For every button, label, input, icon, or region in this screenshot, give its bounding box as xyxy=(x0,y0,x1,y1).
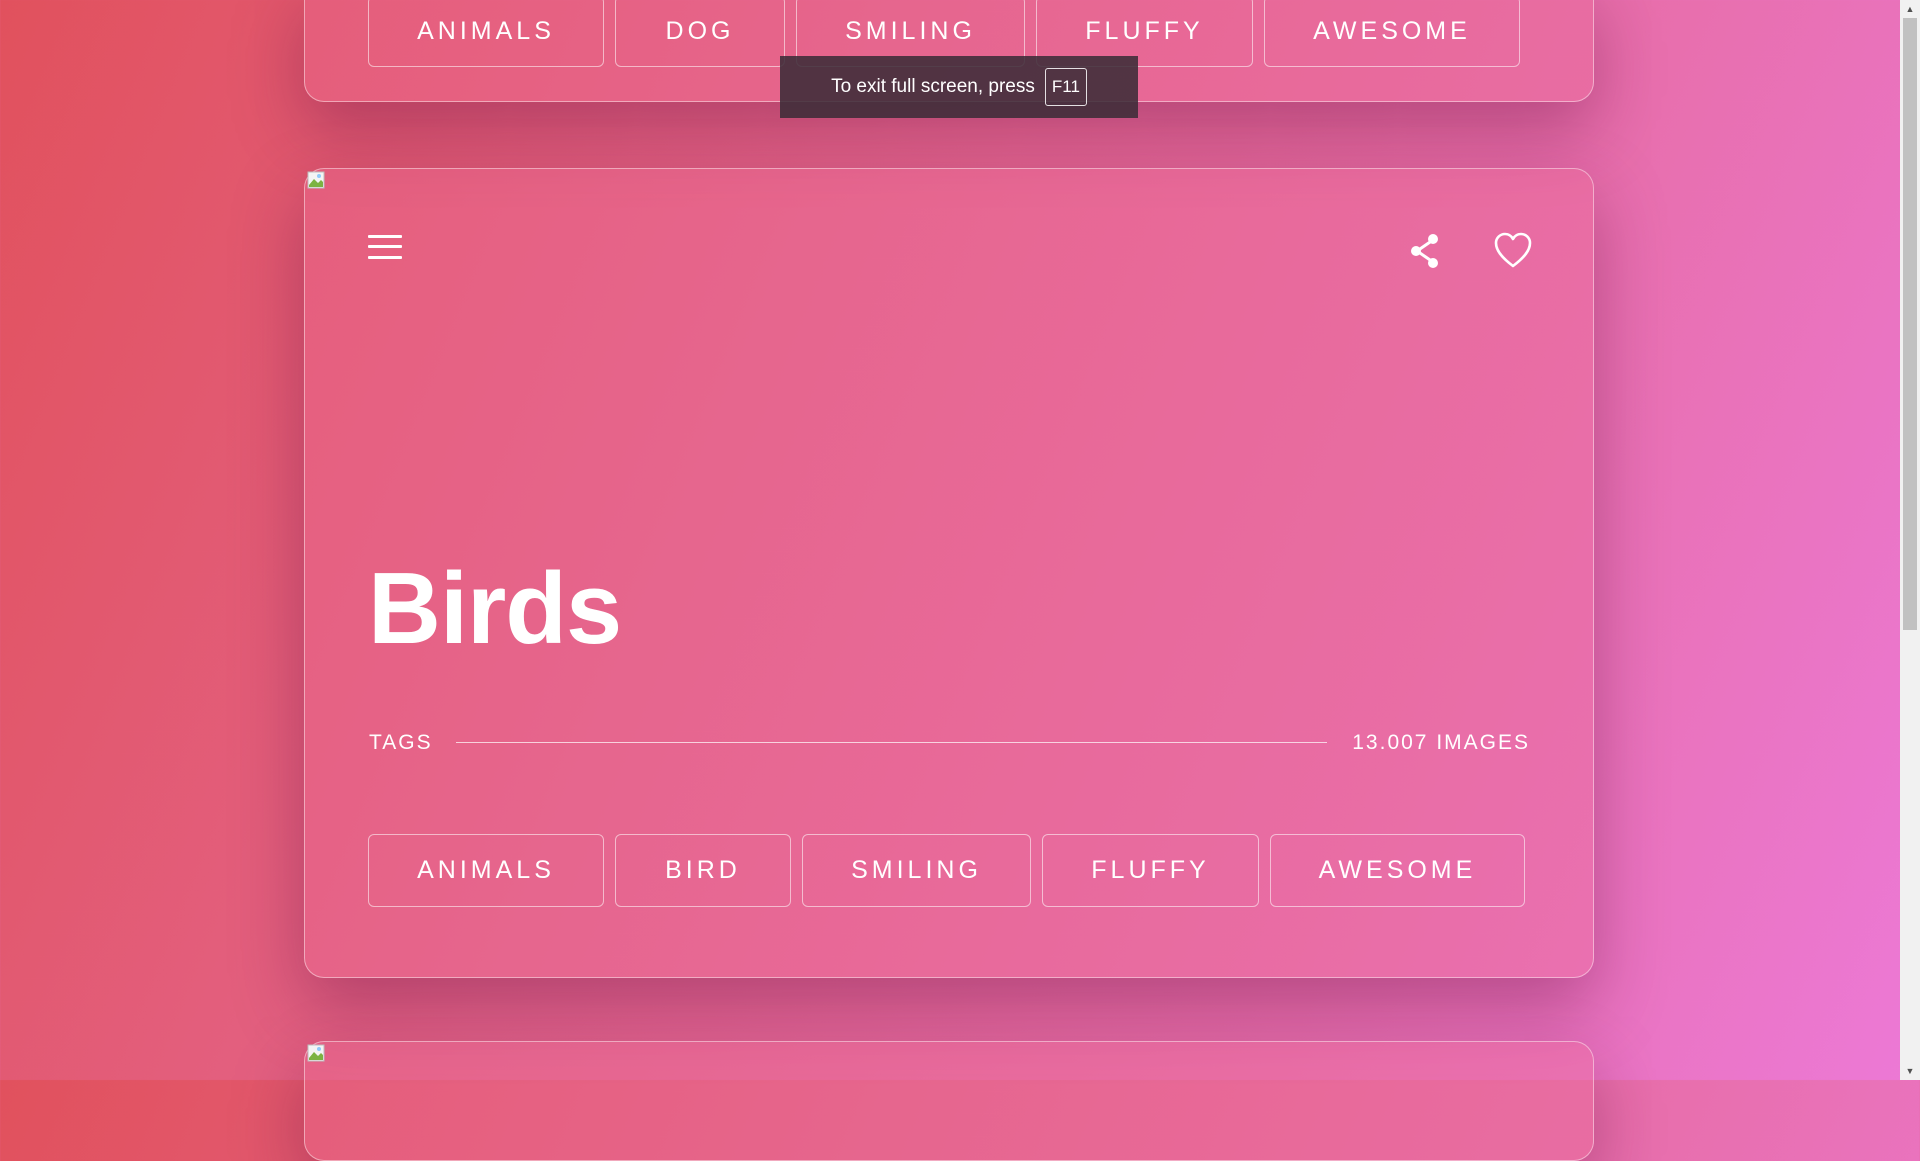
fullscreen-key: F11 xyxy=(1044,68,1087,106)
tag-fluffy[interactable]: FLUFFY xyxy=(1042,834,1259,907)
vertical-scrollbar[interactable]: ▲ ▼ xyxy=(1900,0,1920,1080)
hamburger-menu-icon[interactable] xyxy=(368,233,402,261)
fullscreen-notice-text: To exit full screen, press xyxy=(831,76,1035,97)
tag-smiling[interactable]: SMILING xyxy=(802,834,1031,907)
tag-bird[interactable]: BIRD xyxy=(615,834,791,907)
tag-animals[interactable]: ANIMALS xyxy=(368,0,604,67)
tag-awesome[interactable]: AWESOME xyxy=(1264,0,1520,67)
share-icon[interactable] xyxy=(1405,231,1445,271)
images-count: 13.007 IMAGES xyxy=(1352,731,1530,754)
tag-list: ANIMALS BIRD SMILING FLUFFY AWESOME xyxy=(368,834,1525,907)
broken-image-icon xyxy=(307,171,325,189)
broken-image-icon xyxy=(307,1044,325,1062)
tag-animals[interactable]: ANIMALS xyxy=(368,834,604,907)
scroll-up-arrow-icon[interactable]: ▲ xyxy=(1900,0,1920,18)
tags-divider xyxy=(456,742,1327,743)
page-title: Birds xyxy=(368,553,622,665)
tags-label: TAGS xyxy=(369,731,433,754)
tag-awesome[interactable]: AWESOME xyxy=(1270,834,1525,907)
scrollbar-thumb[interactable] xyxy=(1903,18,1917,630)
scroll-down-arrow-icon[interactable]: ▼ xyxy=(1900,1062,1920,1080)
next-gallery-card xyxy=(304,1041,1594,1161)
heart-icon[interactable] xyxy=(1493,231,1533,271)
tag-dog[interactable]: DOG xyxy=(615,0,785,67)
fullscreen-exit-notice: To exit full screen, press F11 xyxy=(780,56,1138,118)
birds-gallery-card: Birds TAGS 13.007 IMAGES ANIMALS BIRD SM… xyxy=(304,168,1594,978)
